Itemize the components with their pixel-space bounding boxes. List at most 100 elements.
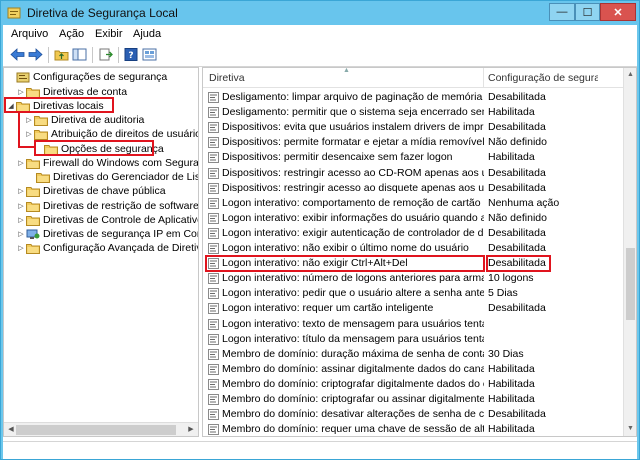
folder-icon [26, 158, 40, 169]
expand-arrow-icon[interactable]: ▷ [16, 159, 26, 167]
policy-setting-icon [208, 92, 219, 103]
column-divider[interactable] [483, 68, 484, 88]
scroll-right-icon[interactable]: ▶ [185, 425, 197, 435]
policy-row[interactable]: Membro do domínio: desativar alterações … [203, 407, 623, 422]
up-folder-icon[interactable] [53, 46, 70, 63]
maximize-button[interactable]: ☐ [575, 3, 600, 21]
policy-name: Dispositivos: permitir desencaixe sem fa… [222, 151, 453, 164]
policy-setting-value: Desabilitada [488, 408, 546, 421]
menu-ajuda[interactable]: Ajuda [133, 28, 161, 40]
tree-item[interactable]: ▷ Firewall do Windows com Segurança [16, 156, 198, 170]
policy-setting-value: Habilitada [488, 151, 535, 164]
tree-horizontal-scrollbar[interactable]: ◀ ▶ [4, 422, 198, 436]
title-bar[interactable]: Diretiva de Segurança Local — ☐ ✕ [1, 1, 639, 25]
help-icon[interactable]: ? [123, 46, 140, 63]
policy-name: Membro do domínio: desativar alterações … [222, 408, 484, 421]
policy-row[interactable]: Desligamento: permitir que o sistema sej… [203, 105, 623, 120]
tree-item[interactable]: ▷ Diretivas de chave pública [16, 184, 165, 198]
close-button[interactable]: ✕ [600, 3, 636, 21]
menu-arquivo[interactable]: Arquivo [11, 28, 48, 40]
minimize-button[interactable]: — [549, 3, 575, 21]
policy-row[interactable]: Logon interativo: número de logons anter… [203, 271, 623, 286]
expand-arrow-icon[interactable]: ▷ [16, 216, 26, 224]
tree-item[interactable]: ▷ Diretiva de auditoria [24, 113, 144, 127]
policy-name: Dispositivos: restringir acesso ao CD-RO… [222, 166, 484, 179]
tree-item[interactable]: ▷ Diretivas de restrição de software [16, 199, 199, 213]
expand-arrow-icon[interactable]: ▷ [16, 187, 26, 195]
policy-setting-value: Habilitada [488, 106, 535, 119]
folder-icon [26, 186, 40, 197]
policy-row[interactable]: Membro do domínio: criptografar digitalm… [203, 377, 623, 392]
menu-acao[interactable]: Ação [59, 28, 84, 40]
folder-icon [26, 215, 40, 226]
folder-icon [26, 243, 40, 254]
menu-exibir[interactable]: Exibir [95, 28, 123, 40]
tree-item-label: Configuração Avançada de Diretiva d [43, 242, 199, 254]
tree-item[interactable]: ▷ Atribuição de direitos de usuário [24, 127, 198, 141]
policy-setting-icon [208, 152, 219, 164]
policy-row[interactable]: Logon interativo: requer um cartão intel… [203, 301, 623, 316]
policy-setting-value: Desabilitada [488, 242, 546, 254]
expand-arrow-icon[interactable]: ▷ [16, 88, 26, 96]
scroll-thumb[interactable] [16, 425, 176, 435]
policy-row[interactable]: Membro do domínio: requer uma chave de s… [203, 422, 623, 436]
policy-name: Logon interativo: número de logons anter… [222, 272, 484, 285]
show-hide-tree-icon[interactable] [71, 46, 88, 63]
window-title: Diretiva de Segurança Local [27, 6, 178, 20]
tree-item[interactable]: Diretivas do Gerenciador de Listas de [26, 170, 198, 184]
menu-bar: Arquivo Ação Exibir Ajuda [3, 25, 637, 43]
expand-arrow-icon[interactable]: ▷ [16, 230, 26, 238]
policy-row[interactable]: Membro do domínio: assinar digitalmente … [203, 362, 623, 377]
scroll-up-icon[interactable]: ▲ [624, 68, 636, 82]
policy-setting-icon [208, 182, 219, 194]
policy-row[interactable]: Membro de domínio: duração máxima de sen… [203, 347, 623, 362]
policy-row[interactable]: Logon interativo: comportamento de remoç… [203, 196, 623, 211]
policy-name: Logon interativo: pedir que o usuário al… [222, 287, 484, 300]
policy-row[interactable]: Dispositivos: restringir acesso ao disqu… [203, 181, 623, 196]
policy-setting-icon [208, 197, 219, 209]
tree-item-label: Diretiva de auditoria [51, 114, 145, 126]
policy-row[interactable]: Dispositivos: restringir acesso ao CD-RO… [203, 166, 623, 181]
policy-row[interactable]: Membro do domínio: criptografar ou assin… [203, 392, 623, 407]
tree-item[interactable]: Configurações de segurança [6, 70, 167, 84]
policy-row[interactable]: Desligamento: limpar arquivo de paginaçã… [203, 90, 623, 105]
policy-name: Dispositivos: restringir acesso ao disqu… [222, 181, 484, 194]
expand-arrow-icon[interactable]: ▷ [16, 244, 26, 252]
highlight-diretivas-locais [4, 97, 114, 113]
policy-row[interactable]: Logon interativo: exigir autenticação de… [203, 226, 623, 241]
highlight-policy-name [205, 255, 485, 273]
policy-setting-icon [208, 212, 219, 224]
policy-row[interactable]: Logon interativo: título da mensagem par… [203, 332, 623, 347]
policy-setting-icon [208, 137, 219, 149]
toolbar-separator [48, 47, 49, 63]
expand-arrow-icon[interactable]: ▷ [16, 202, 26, 210]
policy-setting-value: Não definido [488, 211, 547, 224]
tree-item[interactable]: ▷ Diretivas de segurança IP em Comput [16, 227, 198, 241]
policy-setting-value: Habilitada [488, 377, 535, 390]
column-header-configuracao[interactable]: Configuração de seguranç... [488, 72, 598, 84]
scroll-down-icon[interactable]: ▼ [624, 422, 636, 436]
policy-row[interactable]: Dispositivos: evita que usuários instale… [203, 120, 623, 135]
policy-name: Dispositivos: permite formatar e ejetar … [222, 136, 484, 149]
scroll-thumb[interactable] [626, 248, 635, 320]
policy-setting-value: Desabilitada [488, 121, 546, 134]
policy-row[interactable]: Dispositivos: permite formatar e ejetar … [203, 135, 623, 150]
properties-icon[interactable] [141, 46, 158, 63]
back-arrow-icon[interactable] [9, 46, 26, 63]
policy-row[interactable]: Dispositivos: permitir desencaixe sem fa… [203, 150, 623, 165]
policy-name: Logon interativo: não exibir o último no… [222, 242, 469, 254]
policy-row[interactable]: Logon interativo: exibir informações do … [203, 211, 623, 226]
policy-setting-icon [208, 348, 219, 360]
policy-row[interactable]: Logon interativo: não exibir o último no… [203, 241, 623, 256]
forward-arrow-icon[interactable] [27, 46, 44, 63]
list-vertical-scrollbar[interactable]: ▲ ▼ [623, 68, 636, 436]
policy-row[interactable]: Logon interativo: texto de mensagem para… [203, 317, 623, 332]
tree-item-label: Diretivas de restrição de software [43, 200, 199, 212]
policy-setting-icon [208, 303, 219, 315]
export-list-icon[interactable] [97, 46, 114, 63]
folder-icon [26, 201, 40, 212]
tree-item[interactable]: ▷ Configuração Avançada de Diretiva d [16, 241, 199, 255]
sort-ascending-icon: ▲ [343, 67, 350, 74]
tree-item[interactable]: ▷ Diretivas de Controle de Aplicativo [16, 213, 198, 227]
policy-row[interactable]: Logon interativo: pedir que o usuário al… [203, 286, 623, 301]
